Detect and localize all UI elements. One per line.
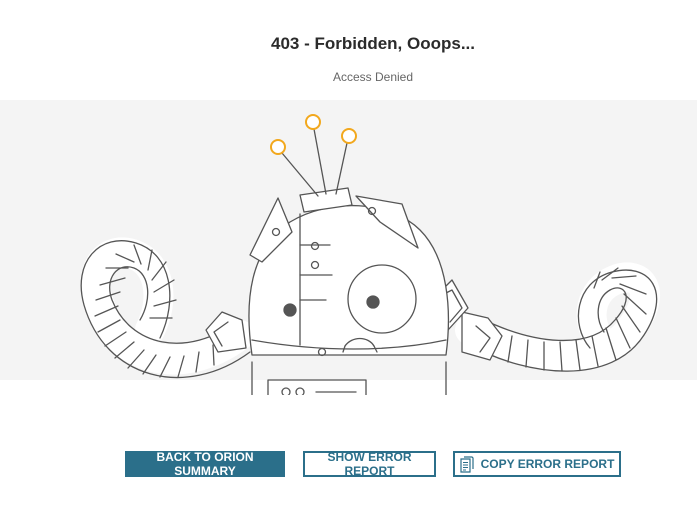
back-to-summary-button[interactable]: BACK TO ORION SUMMARY xyxy=(125,450,285,478)
right-arm-hose xyxy=(455,262,660,372)
back-to-summary-label: BACK TO ORION SUMMARY xyxy=(156,450,254,478)
document-copy-icon xyxy=(459,455,474,473)
show-error-report-label: SHOW ERROR REPORT xyxy=(327,450,412,478)
copy-error-report-label: COPY ERROR REPORT xyxy=(480,457,615,471)
show-error-report-button[interactable]: SHOW ERROR REPORT xyxy=(303,450,436,478)
page-subtitle: Access Denied xyxy=(332,70,414,84)
page-title: 403 - Forbidden, Ooops... xyxy=(270,34,476,53)
broken-robot-illustration xyxy=(80,114,660,395)
copy-error-report-button[interactable]: COPY ERROR REPORT xyxy=(453,451,621,477)
left-arm-hose xyxy=(80,237,255,379)
